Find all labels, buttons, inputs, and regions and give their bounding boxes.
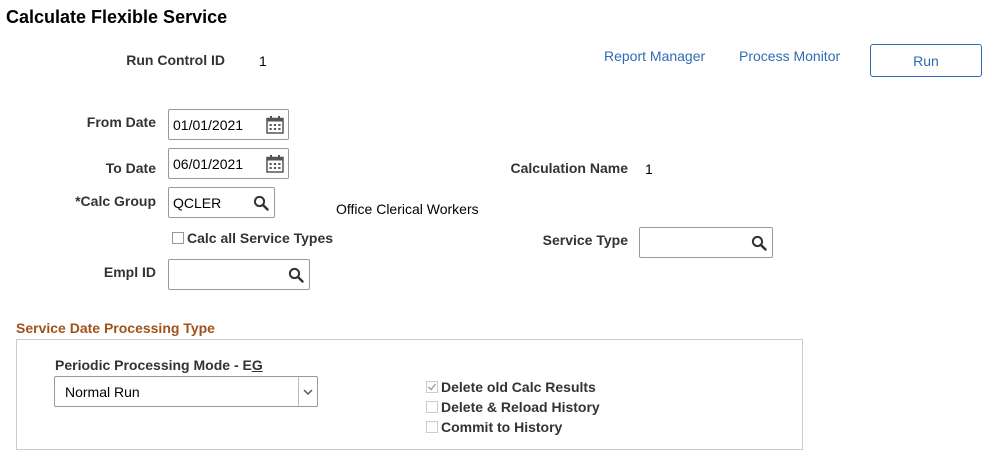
processing-mode-value[interactable]: Normal Run xyxy=(55,384,298,400)
calc-group-value[interactable]: QCLER xyxy=(169,195,248,211)
service-type-field[interactable] xyxy=(639,227,773,258)
calc-all-service-types-checkbox[interactable]: Calc all Service Types xyxy=(172,230,333,246)
search-icon[interactable] xyxy=(283,260,309,289)
report-manager-link[interactable]: Report Manager xyxy=(604,48,705,64)
chevron-down-icon[interactable] xyxy=(298,377,317,406)
delete-reload-history-label: Delete & Reload History xyxy=(441,399,600,415)
process-monitor-link[interactable]: Process Monitor xyxy=(739,48,840,64)
from-date-value[interactable]: 01/01/2021 xyxy=(169,117,262,133)
calc-group-label: *Calc Group xyxy=(75,193,156,209)
calc-name-label: Calculation Name xyxy=(510,160,628,176)
checkbox-checked[interactable] xyxy=(426,381,438,393)
run-control-value: 1 xyxy=(259,53,267,69)
section-title: Service Date Processing Type xyxy=(16,320,215,336)
run-control-label: Run Control ID xyxy=(126,52,225,68)
search-icon[interactable] xyxy=(248,188,274,217)
page-title: Calculate Flexible Service xyxy=(6,7,228,27)
checkbox[interactable] xyxy=(426,401,438,413)
delete-reload-history-checkbox[interactable]: Delete & Reload History xyxy=(426,399,600,415)
to-date-label: To Date xyxy=(105,160,156,176)
checkbox[interactable] xyxy=(172,232,184,244)
search-icon[interactable] xyxy=(746,228,772,257)
calc-group-description: Office Clerical Workers xyxy=(336,201,479,217)
service-type-label: Service Type xyxy=(542,232,628,248)
to-date-value[interactable]: 06/01/2021 xyxy=(169,156,262,172)
processing-mode-select[interactable]: Normal Run xyxy=(54,376,318,407)
empl-id-field[interactable] xyxy=(168,259,310,290)
commit-to-history-label: Commit to History xyxy=(441,419,563,435)
commit-to-history-checkbox[interactable]: Commit to History xyxy=(426,419,562,435)
empl-id-label: Empl ID xyxy=(103,264,156,280)
processing-mode-label: Periodic Processing Mode - EG xyxy=(55,357,263,373)
delete-old-calc-label: Delete old Calc Results xyxy=(441,379,596,395)
calendar-icon[interactable] xyxy=(262,110,288,139)
calc-name-value: 1 xyxy=(645,161,653,177)
checkbox[interactable] xyxy=(426,421,438,433)
from-date-label: From Date xyxy=(86,114,156,130)
calendar-icon[interactable] xyxy=(262,149,288,178)
from-date-field[interactable]: 01/01/2021 xyxy=(168,109,289,140)
run-button[interactable]: Run xyxy=(870,44,982,77)
delete-old-calc-checkbox[interactable]: Delete old Calc Results xyxy=(426,379,596,395)
calc-all-service-types-label: Calc all Service Types xyxy=(187,230,334,246)
calc-group-field[interactable]: QCLER xyxy=(168,187,275,218)
to-date-field[interactable]: 06/01/2021 xyxy=(168,148,289,179)
